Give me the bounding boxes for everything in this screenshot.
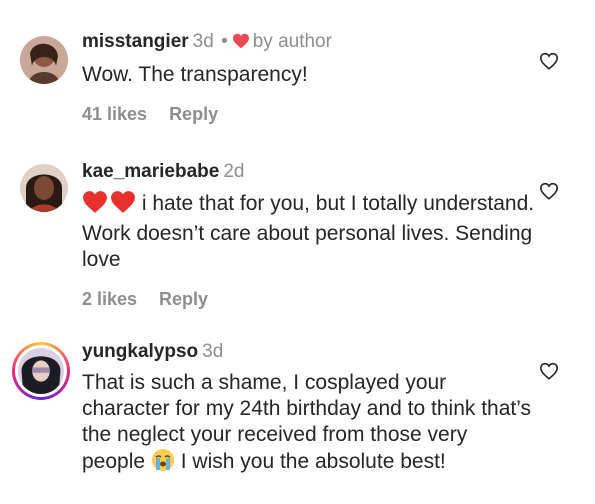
red-heart-emoji (82, 190, 108, 221)
separator-dot: • (221, 31, 228, 52)
heart-outline-icon[interactable] (539, 52, 559, 70)
username[interactable]: misstangier (82, 31, 189, 52)
avatar[interactable] (20, 36, 68, 84)
avatar-image (20, 164, 68, 212)
heart-filled-icon (232, 32, 250, 56)
reply-button[interactable]: Reply (169, 104, 218, 124)
comment-text: Wow. The transparency! (82, 63, 308, 86)
username[interactable]: kae_mariebabe (82, 161, 219, 182)
author-badge: by author (252, 31, 332, 52)
avatar-story-ring[interactable] (12, 342, 70, 400)
comment-meta: misstangier 3d • by author (82, 30, 535, 56)
comment-meta: kae_mariebabe 2d (82, 160, 535, 184)
timestamp: 3d (202, 341, 224, 362)
comment-actions: 2 likes Reply (82, 289, 535, 310)
comment-body: yungkalypso 3d That is such a shame, I co… (82, 340, 535, 479)
comment-body: kae_mariebabe 2d i hate that for you, but… (82, 160, 535, 310)
likes-count[interactable]: 41 likes (82, 104, 147, 124)
avatar (15, 345, 67, 397)
comment-text-first-line: i hate that for you, but I totally (141, 192, 418, 215)
comment-body: misstangier 3d • by author Wow. The transp… (82, 30, 535, 125)
comment-actions: 41 likes Reply (82, 104, 535, 125)
loudly-crying-face-emoji (151, 448, 175, 479)
avatar-image (20, 36, 68, 84)
comment-text: That is such a shame, I cosplayed your c… (82, 370, 535, 479)
red-heart-emoji (110, 190, 136, 221)
comment-text: i hate that for you, but I totally under… (82, 190, 535, 273)
comment-text-after-emoji: I wish you the absolute best! (180, 450, 446, 473)
avatar[interactable] (20, 164, 68, 212)
comment-meta: yungkalypso 3d (82, 340, 535, 364)
heart-outline-icon[interactable] (539, 362, 559, 380)
timestamp: 3d (192, 31, 214, 52)
avatar-image (18, 348, 64, 394)
username[interactable]: yungkalypso (82, 341, 198, 362)
timestamp: 2d (223, 161, 245, 182)
likes-count[interactable]: 2 likes (82, 289, 137, 309)
reply-button[interactable]: Reply (159, 289, 208, 309)
heart-outline-icon[interactable] (539, 182, 559, 200)
